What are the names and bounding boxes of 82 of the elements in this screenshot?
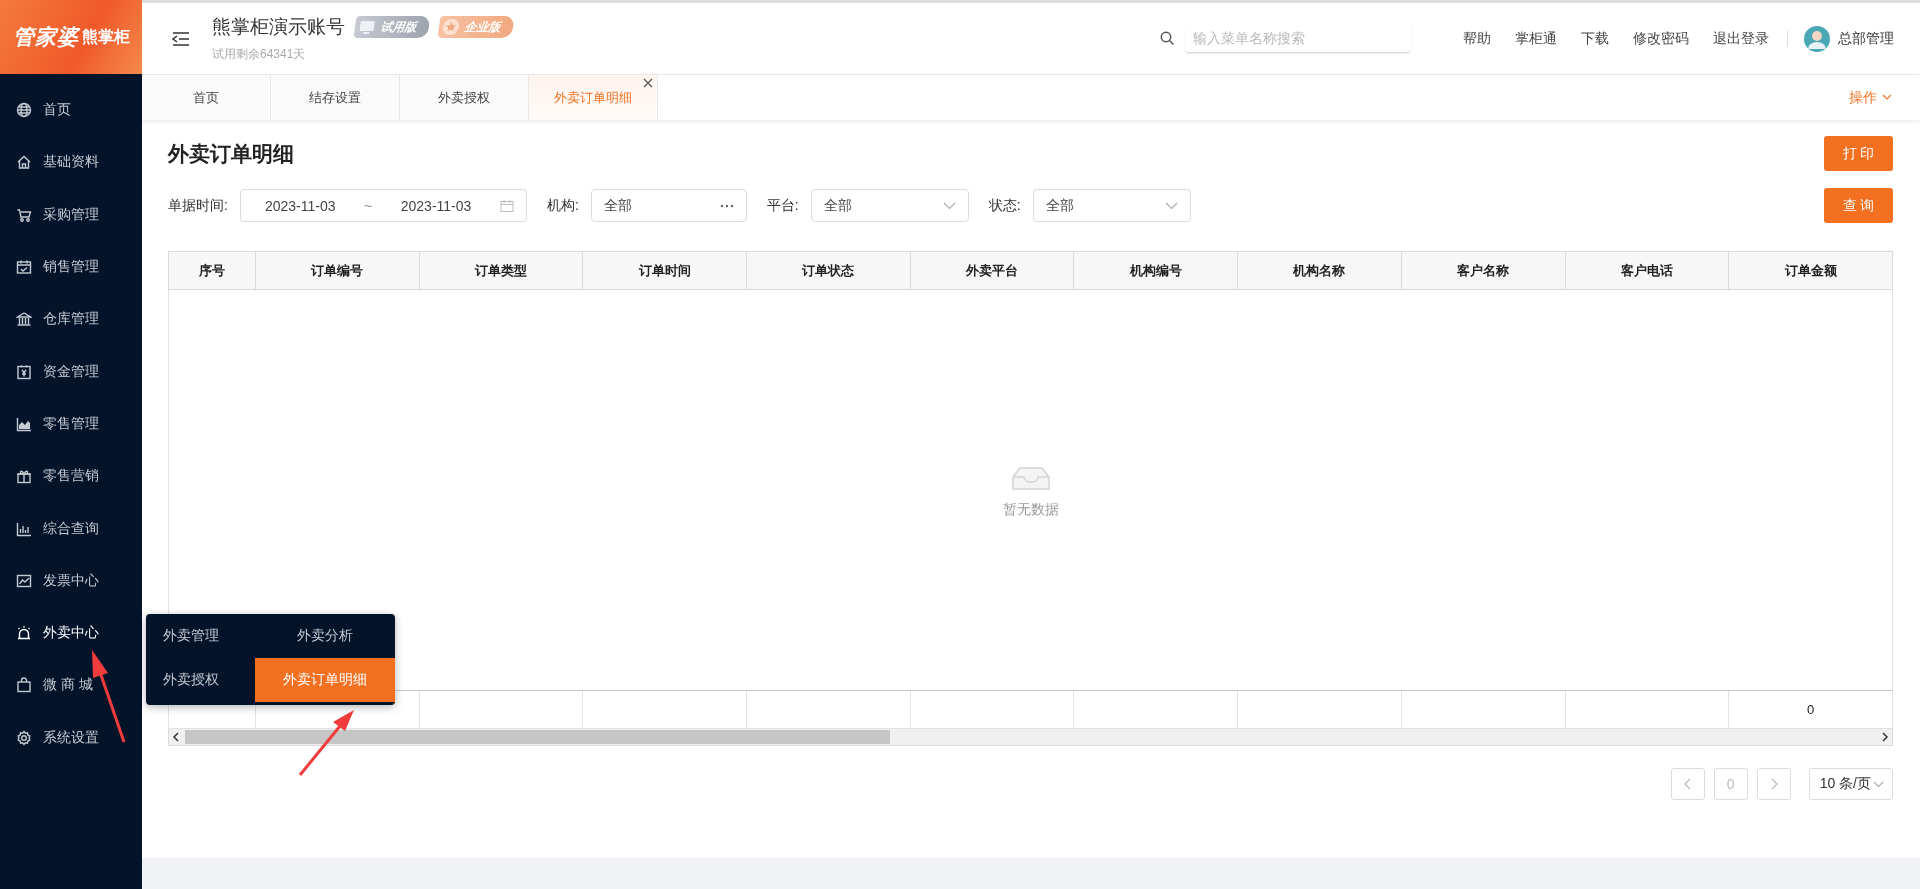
page-size-select[interactable]: 10 条/页 — [1808, 768, 1893, 800]
sidebar-item[interactable]: 系统设置 — [0, 711, 142, 764]
column-header[interactable]: 客户名称 — [1401, 251, 1565, 290]
header-link[interactable]: 帮助 — [1463, 30, 1491, 46]
sidebar-item[interactable]: 基础资料 — [0, 136, 142, 189]
globe-icon — [16, 102, 32, 119]
gear-icon — [16, 729, 32, 746]
edition-badge: 企业版 — [437, 16, 515, 38]
page-tab[interactable]: 结存设置 — [271, 75, 400, 120]
header-link[interactable]: 掌柜通 — [1515, 30, 1557, 46]
search-field[interactable]: 输入菜单名称搜索 — [1185, 24, 1411, 53]
chevron-down-icon — [1882, 94, 1892, 101]
header-link[interactable]: 退出登录 — [1713, 30, 1769, 46]
bar-chart-icon — [16, 520, 32, 537]
column-header[interactable]: 外卖平台 — [910, 251, 1074, 290]
search-icon[interactable] — [1160, 31, 1175, 46]
sidebar-item[interactable]: 零售管理 — [0, 397, 142, 451]
menu-icon[interactable] — [172, 30, 190, 47]
horizontal-scrollbar[interactable] — [168, 729, 1893, 746]
page-title: 外卖订单明细 — [168, 140, 294, 167]
column-header[interactable]: 订单金额 — [1728, 251, 1893, 290]
bank-icon — [16, 311, 32, 328]
logo: 管家婆熊掌柜 — [0, 0, 142, 74]
calendar-icon — [499, 198, 514, 213]
column-header[interactable]: 机构名称 — [1237, 251, 1402, 290]
more-icon — [719, 203, 734, 208]
column-header[interactable]: 订单时间 — [582, 251, 747, 290]
sidebar-item[interactable]: 外卖中心 — [0, 606, 142, 660]
sidebar-item[interactable]: 发票中心 — [0, 554, 142, 607]
alarm-icon — [16, 625, 32, 642]
submenu-item[interactable]: 外卖管理 — [146, 614, 255, 658]
close-icon[interactable] — [643, 78, 653, 88]
submenu-item[interactable]: 外卖分析 — [255, 614, 395, 658]
select-field[interactable]: 全部 — [1032, 189, 1191, 222]
area-chart-icon — [16, 415, 32, 432]
filter-label: 平台: — [766, 196, 799, 215]
line-chart-icon — [16, 572, 32, 589]
header-link[interactable]: 下载 — [1581, 30, 1609, 46]
edition-badge: 试用版 — [353, 16, 431, 38]
sidebar-item[interactable]: 销售管理 — [0, 240, 142, 294]
page-tab[interactable]: 首页 — [142, 75, 271, 120]
page-tab[interactable]: 外卖授权 — [400, 75, 529, 120]
date-range-field[interactable]: 2023-11-03 ~ 2023-11-03 — [239, 189, 527, 222]
column-header[interactable]: 订单类型 — [419, 251, 583, 290]
sidebar-item[interactable]: 综合查询 — [0, 502, 142, 555]
sidebar-item[interactable]: 微 商 城 — [0, 659, 142, 712]
filter-label: 机构: — [546, 196, 579, 215]
sidebar-item[interactable]: 首页 — [0, 84, 142, 137]
house-icon — [16, 154, 32, 171]
header-link[interactable]: 修改密码 — [1633, 30, 1689, 46]
bag-icon — [16, 677, 32, 694]
column-header[interactable]: 订单编号 — [255, 251, 420, 290]
monitor-icon — [357, 19, 377, 35]
column-header[interactable]: 序号 — [168, 251, 256, 290]
chevron-down-icon — [1873, 780, 1884, 788]
column-header[interactable]: 机构编号 — [1073, 251, 1238, 290]
column-header[interactable]: 客户电话 — [1565, 251, 1729, 290]
sidebar-item[interactable]: 资金管理 — [0, 345, 142, 398]
yen-box-icon — [16, 363, 32, 380]
annotation-arrow — [298, 710, 354, 776]
picker-field[interactable]: 全部 — [590, 189, 747, 222]
filter-label: 状态: — [988, 196, 1021, 215]
column-header[interactable]: 订单状态 — [746, 251, 911, 290]
chevron-left-icon — [1683, 778, 1692, 790]
gift-icon — [16, 468, 32, 485]
chevron-down-icon — [1164, 201, 1178, 210]
cart-icon — [16, 206, 32, 223]
select-field[interactable]: 全部 — [810, 189, 969, 222]
trial-remaining-text: 试用剩余64341天 — [212, 46, 307, 63]
total-cell: 0 — [1728, 690, 1893, 729]
sidebar-item[interactable]: 仓库管理 — [0, 293, 142, 346]
sidebar-item[interactable]: 零售营销 — [0, 450, 142, 503]
avatar-icon[interactable] — [1804, 25, 1830, 52]
chevron-down-icon — [942, 201, 956, 210]
sidebar-item[interactable]: 采购管理 — [0, 188, 142, 241]
user-name[interactable]: 总部管理 — [1838, 29, 1894, 48]
chevron-right-icon — [1769, 778, 1778, 790]
account-name: 熊掌柜演示账号 — [212, 15, 345, 39]
submenu-item[interactable]: 外卖授权 — [146, 658, 255, 702]
filter-label: 单据时间: — [168, 196, 228, 215]
empty-text: 暂无数据 — [1002, 501, 1059, 519]
calendar-icon — [16, 259, 32, 276]
